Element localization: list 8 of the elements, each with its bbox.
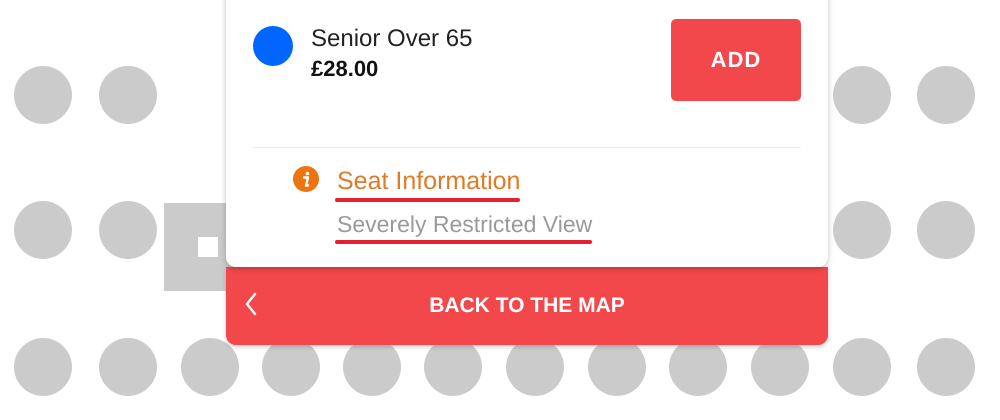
info-icon bbox=[293, 166, 319, 192]
add-button[interactable]: ADD bbox=[671, 19, 801, 101]
ticket-name: Senior Over 65 bbox=[311, 24, 474, 52]
ticket-price: £28.00 bbox=[311, 56, 380, 82]
back-to-map-button[interactable]: BACK TO THE MAP bbox=[226, 267, 828, 345]
seat-info-description: Severely Restricted View bbox=[336, 210, 592, 238]
seat-info-title: Seat Information bbox=[336, 166, 520, 196]
chevron-left-icon bbox=[244, 292, 258, 316]
